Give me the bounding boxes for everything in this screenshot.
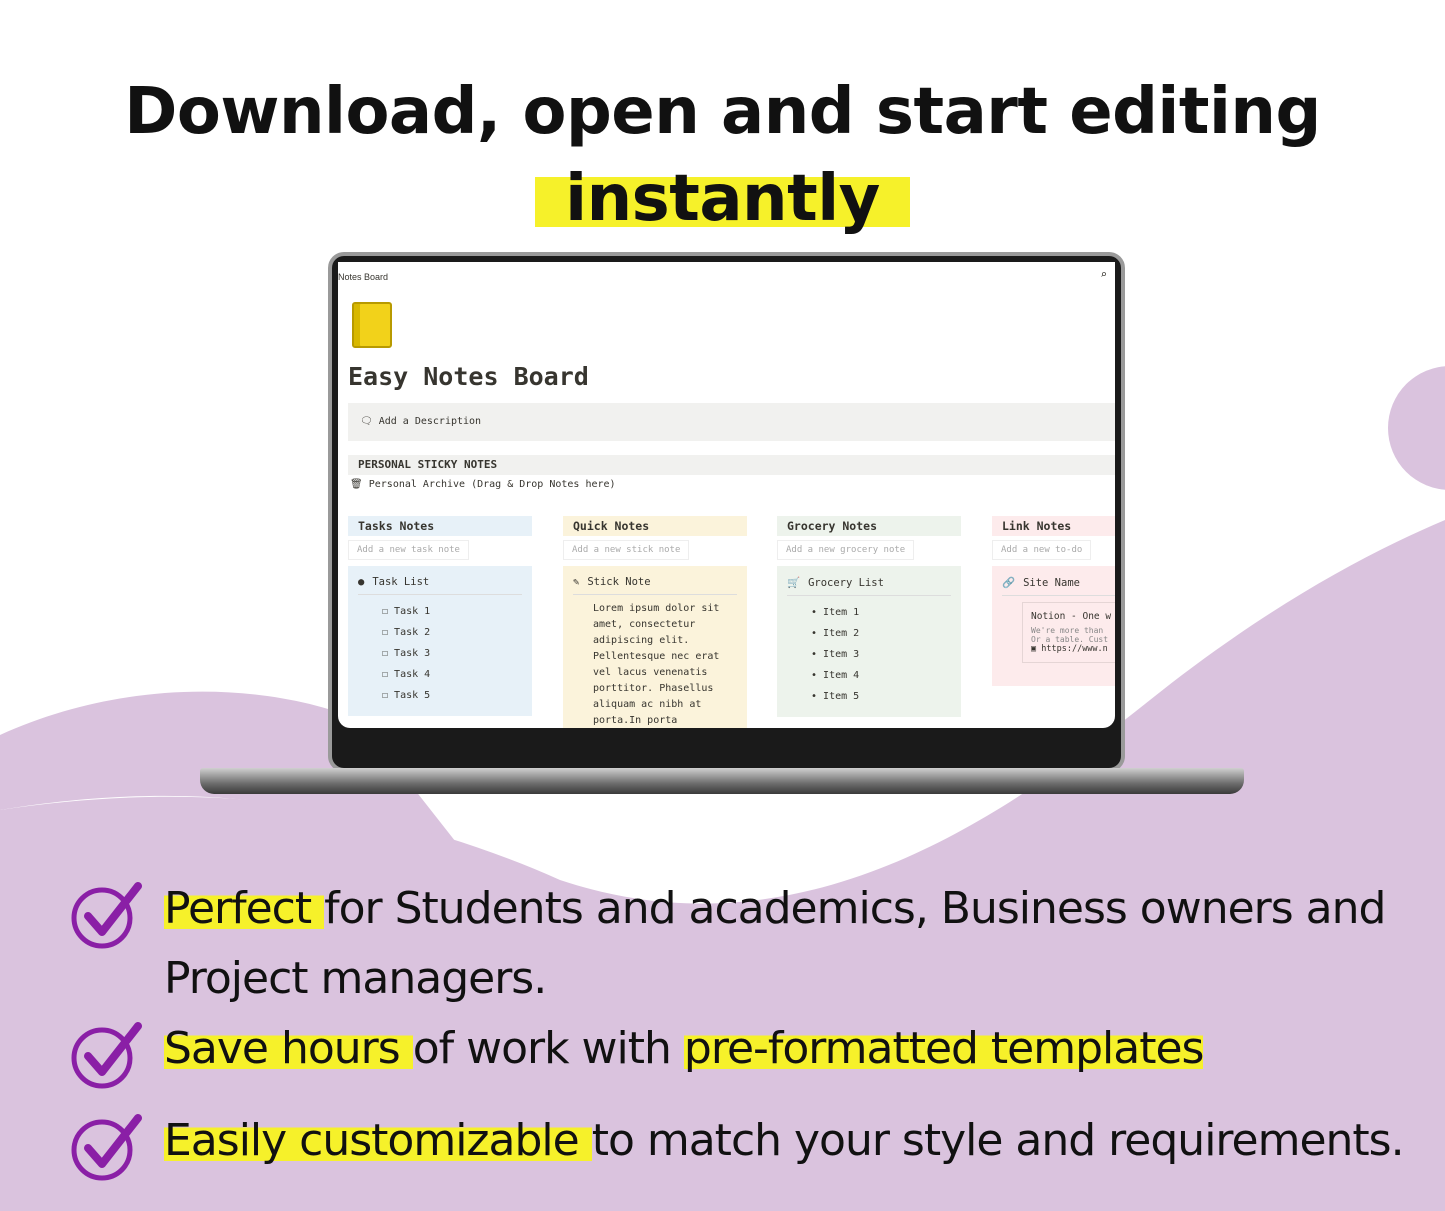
column-quick: Quick Notes Add a new stick note ✎ Stick … <box>563 516 747 728</box>
notebook-icon <box>352 302 392 348</box>
grocery-item: • Item 4 <box>811 670 860 681</box>
stick-note-card[interactable]: ✎ Stick Note Lorem ipsum dolor sit amet, … <box>563 566 747 728</box>
pencil-icon: ✎ <box>573 576 580 588</box>
headline-line1: Download, open and start editing <box>124 75 1321 149</box>
bullet-1: Perfect for Students and academics, Busi… <box>164 883 1386 934</box>
link-icon: 🔗 <box>1002 577 1016 589</box>
bookmark[interactable]: Notion - One w We're more than Or a tabl… <box>1022 602 1115 663</box>
task-item[interactable]: ☐ Task 1 <box>358 601 522 622</box>
card-title: Stick Note <box>587 576 651 588</box>
column-link: Link Notes Add a new to-do 🔗 Site Name No… <box>992 516 1115 686</box>
grocery-item: • Item 5 <box>811 691 860 702</box>
task-item[interactable]: ☐ Task 3 <box>358 643 522 664</box>
bullet-1-line2: Project managers. <box>164 953 547 1004</box>
grocery-item: • Item 2 <box>811 628 860 639</box>
card-title: Site Name <box>1023 576 1080 589</box>
add-note-input[interactable]: Add a new to-do <box>992 540 1092 560</box>
breadcrumb[interactable]: Notes Board <box>338 272 388 282</box>
headline-line2: instantly <box>535 162 910 236</box>
archive-label: Personal Archive (Drag & Drop Notes here… <box>368 479 616 490</box>
note-text: Lorem ipsum dolor sit amet, consectetur … <box>593 603 720 726</box>
page-title: Easy Notes Board <box>348 362 589 391</box>
archive-link[interactable]: 🗑 Personal Archive (Drag & Drop Notes he… <box>350 479 616 490</box>
task-item[interactable]: ☐ Task 5 <box>358 685 522 706</box>
column-title: Quick Notes <box>563 516 747 536</box>
check-circle-icon: ● <box>358 576 365 588</box>
check-icon <box>71 882 142 949</box>
grocery-item: • Item 1 <box>811 607 860 618</box>
bullet-2: Save hours of work with pre-formatted te… <box>164 1023 1204 1074</box>
task-item[interactable]: ☐ Task 4 <box>358 664 522 685</box>
grocery-card[interactable]: 🛒 Grocery List • Item 1 • Item 2 • Item 3… <box>777 566 961 717</box>
section-heading: PERSONAL STICKY NOTES <box>348 455 1115 475</box>
column-grocery: Grocery Notes Add a new grocery note 🛒 Gr… <box>777 516 961 717</box>
check-icon <box>71 1022 142 1089</box>
cart-icon: 🛒 <box>787 577 801 589</box>
notion-icon: ▣ <box>1031 644 1042 654</box>
link-card[interactable]: 🔗 Site Name Notion - One w We're more tha… <box>992 566 1115 686</box>
add-note-input[interactable]: Add a new grocery note <box>777 540 915 560</box>
notion-screen: Notes Board ⌕ Easy Notes Board 🗨 Add a D… <box>338 262 1115 728</box>
comment-icon: 🗨 <box>360 416 379 427</box>
add-note-input[interactable]: Add a new stick note <box>563 540 690 560</box>
grocery-item: • Item 3 <box>811 649 860 660</box>
add-note-input[interactable]: Add a new task note <box>348 540 469 560</box>
trash-icon: 🗑 <box>350 479 363 490</box>
column-tasks: Tasks Notes Add a new task note ● Task Li… <box>348 516 532 716</box>
card-title: Grocery List <box>808 576 884 589</box>
description-text: Add a Description <box>378 416 482 427</box>
column-title: Link Notes <box>992 516 1115 536</box>
check-icon <box>71 1114 142 1181</box>
card-title: Task List <box>372 576 430 588</box>
column-title: Grocery Notes <box>777 516 961 536</box>
task-item[interactable]: ☐ Task 2 <box>358 622 522 643</box>
bullet-3: Easily customizable to match your style … <box>164 1115 1405 1166</box>
task-card[interactable]: ● Task List ☐ Task 1 ☐ Task 2 ☐ Task 3 ☐ … <box>348 566 532 716</box>
column-title: Tasks Notes <box>348 516 532 536</box>
laptop-base <box>200 768 1244 794</box>
description-callout[interactable]: 🗨 Add a Description <box>348 403 1115 441</box>
search-icon[interactable]: ⌕ <box>1100 268 1107 281</box>
